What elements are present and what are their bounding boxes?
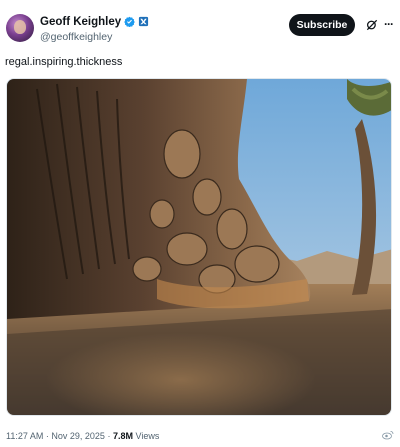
name-row: Geoff Keighley [40, 14, 149, 29]
more-icon[interactable]: ··· [384, 17, 398, 31]
affiliate-badge-icon [139, 16, 149, 27]
tweet-meta: 11:27 AM · Nov 29, 2025 · 7.8M Views [6, 431, 159, 441]
author-info: Geoff Keighley @geoffkeighley [40, 14, 149, 43]
display-name[interactable]: Geoff Keighley [40, 16, 121, 28]
desert-sculpture-photo [7, 79, 391, 415]
tweet-date[interactable]: Nov 29, 2025 [51, 431, 105, 441]
tweet-header: Geoff Keighley @geoffkeighley Subscribe … [4, 12, 396, 46]
avatar[interactable] [6, 14, 34, 42]
tweet-media-image[interactable] [6, 78, 392, 416]
meta-separator-2: · [107, 431, 111, 441]
subscribe-button[interactable]: Subscribe [289, 14, 355, 36]
tweet-time[interactable]: 11:27 AM [6, 431, 43, 441]
views-label: Views [135, 431, 160, 441]
weibo-logo-icon [382, 431, 394, 440]
views-count: 7.8M [112, 431, 133, 441]
tweet-text: regal.inspiring.thickness [5, 56, 123, 68]
weibo-watermark [382, 430, 394, 440]
verified-badge-icon [124, 16, 135, 27]
handle[interactable]: @geoffkeighley [40, 31, 149, 43]
grok-icon[interactable] [365, 18, 379, 32]
meta-separator: · [45, 431, 49, 441]
